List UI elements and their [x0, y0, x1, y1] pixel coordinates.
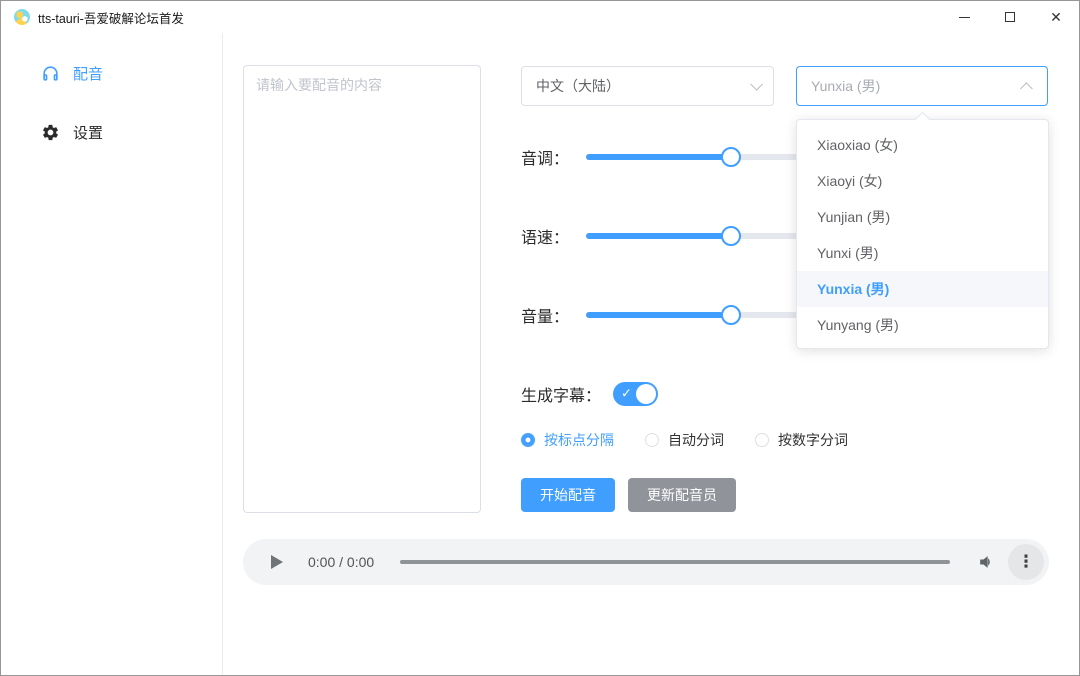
- voice-option[interactable]: Xiaoxiao (女): [797, 127, 1048, 163]
- audio-menu-button[interactable]: ⋮: [1008, 544, 1044, 580]
- play-button[interactable]: [271, 555, 283, 569]
- slider-fill: [586, 233, 731, 239]
- minimize-button[interactable]: [941, 1, 987, 33]
- subtitle-toggle-label: 生成字幕：: [521, 388, 602, 405]
- audio-seek-bar[interactable]: [400, 560, 950, 564]
- maximize-button[interactable]: [987, 1, 1033, 33]
- language-select-value: 中文（大陆）: [536, 78, 620, 94]
- subtitle-toggle-switch[interactable]: ✓: [613, 382, 659, 406]
- language-select[interactable]: 中文（大陆）: [521, 66, 774, 106]
- slider-thumb[interactable]: [720, 147, 741, 167]
- tts-content-input[interactable]: [243, 65, 481, 513]
- main-panel: 中文（大陆） Yunxia (男) Xiaoxiao (女) Xiaoyi (女…: [223, 33, 1079, 675]
- voice-option[interactable]: Xiaoyi (女): [797, 163, 1048, 199]
- pitch-label: 音调：: [521, 151, 570, 168]
- voice-option[interactable]: Yunxi (男): [797, 235, 1048, 271]
- radio-auto-segmentation[interactable]: 自动分词: [645, 430, 724, 450]
- close-button[interactable]: ✕: [1033, 1, 1079, 33]
- radio-icon: [645, 433, 659, 447]
- radio-split-by-punctuation[interactable]: 按标点分隔: [521, 430, 614, 450]
- speed-label: 语速：: [521, 230, 570, 247]
- app-logo-icon: [14, 9, 30, 25]
- window-title: tts-tauri-吾爱破解论坛首发: [38, 11, 184, 26]
- voice-dropdown-menu: Xiaoxiao (女) Xiaoyi (女) Yunjian (男) Yunx…: [796, 119, 1049, 349]
- slider-fill: [586, 154, 731, 160]
- minimize-icon: [958, 16, 970, 18]
- voice-option-selected[interactable]: Yunxia (男): [797, 271, 1048, 307]
- kebab-icon: ⋮: [1017, 552, 1035, 571]
- segmentation-radio-group: 按标点分隔 自动分词 按数字分词: [521, 430, 879, 450]
- voice-select[interactable]: Yunxia (男): [796, 66, 1048, 106]
- gear-icon: [43, 124, 58, 140]
- chevron-up-icon: [1020, 81, 1033, 95]
- voice-option[interactable]: Yunyang (男): [797, 307, 1048, 343]
- update-voices-button[interactable]: 更新配音员: [628, 478, 736, 512]
- chevron-down-icon: [750, 77, 763, 91]
- voice-option[interactable]: Yunjian (男): [797, 199, 1048, 235]
- radio-icon: [521, 433, 535, 447]
- audio-player: 0:00 / 0:00 ⋮: [243, 539, 1049, 585]
- sidebar-item-label: 配音: [73, 65, 104, 83]
- slider-thumb[interactable]: [720, 305, 741, 325]
- sidebar: 配音 设置: [1, 33, 223, 675]
- window-controls: ✕: [941, 1, 1079, 33]
- radio-icon: [755, 433, 769, 447]
- sidebar-item-label: 设置: [73, 124, 104, 142]
- sidebar-item-settings[interactable]: 设置: [1, 112, 222, 152]
- radio-split-by-number[interactable]: 按数字分词: [755, 430, 848, 450]
- slider-fill: [586, 312, 731, 318]
- volume-label: 音量：: [521, 309, 570, 326]
- subtitle-toggle-row: 生成字幕： ✓: [521, 379, 659, 409]
- close-icon: ✕: [1050, 9, 1062, 25]
- voice-select-value: Yunxia (男): [811, 78, 881, 94]
- check-icon: ✓: [621, 385, 632, 401]
- volume-icon[interactable]: [976, 552, 996, 572]
- titlebar: tts-tauri-吾爱破解论坛首发 ✕: [1, 1, 1079, 33]
- audio-time: 0:00 / 0:00: [308, 554, 375, 570]
- headphones-icon: [43, 65, 58, 81]
- maximize-icon: [1005, 12, 1015, 22]
- switch-knob: [636, 384, 657, 404]
- sidebar-item-dubbing[interactable]: 配音: [1, 53, 222, 93]
- slider-thumb[interactable]: [720, 226, 741, 246]
- action-buttons: 开始配音 更新配音员: [521, 478, 736, 512]
- start-dubbing-button[interactable]: 开始配音: [521, 478, 615, 512]
